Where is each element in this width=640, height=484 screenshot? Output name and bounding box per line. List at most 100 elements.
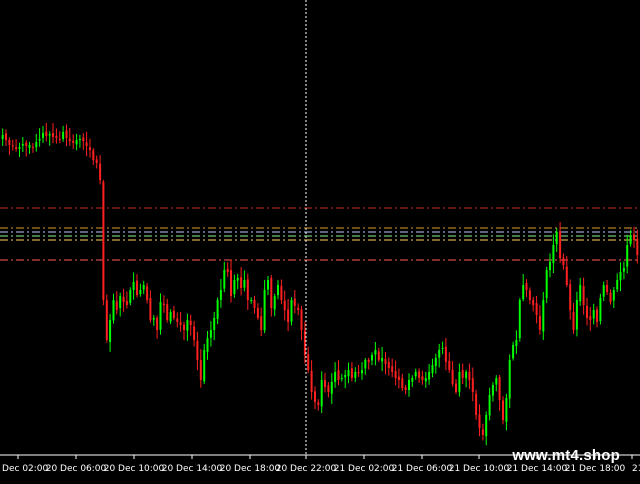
candle-body [216, 300, 219, 319]
candle-body [448, 360, 451, 370]
candle-body [377, 351, 380, 360]
candle-body [545, 270, 548, 299]
candle-body [8, 140, 11, 145]
candle-body [616, 280, 619, 290]
candle-body [243, 280, 246, 288]
candle-body [31, 146, 34, 148]
candle-body [502, 400, 504, 420]
candle-body [125, 300, 128, 305]
candle-body [599, 298, 602, 321]
candle-body [491, 385, 494, 396]
candle-body [572, 311, 575, 330]
candle-body [186, 320, 189, 331]
x-tick-label: 21 Dec 18:00 [565, 464, 626, 474]
x-tick-label: 21 Dec [632, 464, 640, 474]
candle-body [280, 285, 283, 300]
candle-body [99, 163, 102, 180]
candle-body [119, 296, 122, 309]
candle-body [72, 140, 75, 143]
candle-body [223, 270, 226, 289]
candle-body [307, 354, 310, 370]
candle-body [317, 402, 320, 405]
candle-body [75, 140, 78, 145]
candle-body [5, 133, 7, 140]
candle-body [408, 380, 410, 390]
candle-body [52, 133, 54, 137]
x-tick-label: 20 Dec 14:00 [162, 464, 223, 474]
candle-body [219, 290, 222, 300]
candle-body [505, 398, 508, 422]
x-tick-label: 21 Dec 14:00 [507, 464, 568, 474]
candle-body [330, 382, 333, 394]
candle-body [35, 142, 38, 148]
candle-body [240, 277, 243, 288]
candle-body [619, 272, 622, 281]
candle-body [300, 309, 303, 330]
candle-body [65, 130, 68, 138]
candle-body [461, 370, 464, 378]
candle-body [136, 280, 138, 295]
candle-body [421, 376, 424, 380]
candle-body [569, 284, 572, 310]
candlestick-chart[interactable]: 20 Dec 02:0020 Dec 06:0020 Dec 10:0020 D… [0, 0, 640, 480]
candle-body [176, 318, 179, 322]
candle-body [586, 306, 588, 318]
candle-body [28, 145, 31, 148]
candle-body [109, 320, 112, 342]
candle-body [320, 380, 323, 407]
candle-body [209, 330, 212, 338]
candle-body [455, 383, 457, 392]
candle-body [132, 282, 135, 291]
candle-body [495, 378, 498, 385]
candle-body [199, 360, 202, 380]
candle-body [555, 232, 558, 244]
candle-body [48, 134, 51, 136]
candle-body [361, 370, 363, 374]
candle-body [508, 360, 511, 399]
candle-body [575, 300, 578, 330]
candle-body [226, 268, 229, 272]
candle-body [350, 368, 353, 378]
candle-body [528, 290, 531, 300]
candle-body [428, 372, 431, 380]
candle-body [203, 350, 206, 382]
candle-body [418, 371, 421, 378]
candle-body [636, 238, 639, 255]
candle-body [310, 370, 313, 392]
x-tick-label: 20 Dec 18:00 [220, 464, 281, 474]
candle-body [21, 144, 24, 146]
candle-body [602, 285, 605, 297]
x-tick-label: 20 Dec 22:00 [276, 464, 337, 474]
candle-body [381, 358, 384, 362]
candle-body [253, 299, 256, 308]
candle-body [384, 359, 387, 364]
candle-body [344, 375, 347, 378]
candle-body [1, 135, 4, 139]
x-tick-label: 20 Dec 10:00 [104, 464, 165, 474]
candle-body [324, 380, 326, 387]
candle-body [233, 280, 236, 295]
candle-body [606, 285, 609, 292]
candle-body [159, 302, 162, 330]
candle-body [538, 315, 541, 330]
candle-body [468, 371, 471, 380]
candle-body [337, 370, 340, 380]
price-chart[interactable]: 20 Dec 02:0020 Dec 06:0020 Dec 10:0020 D… [0, 0, 640, 480]
candle-body [411, 378, 414, 382]
candle-body [156, 317, 159, 330]
watermark: www.mt4.shop [512, 447, 620, 464]
candle-body [481, 429, 484, 435]
candle-body [465, 372, 468, 379]
candle-body [162, 303, 165, 305]
candle-body [431, 365, 434, 373]
candle-body [25, 142, 28, 146]
candle-body [552, 245, 555, 264]
candle-body [391, 366, 394, 372]
candle-body [169, 312, 172, 322]
candle-body [451, 369, 454, 384]
candle-body [303, 330, 306, 355]
candle-body [438, 350, 441, 358]
candle-body [387, 362, 390, 368]
candle-body [633, 234, 635, 240]
candle-body [626, 245, 629, 267]
